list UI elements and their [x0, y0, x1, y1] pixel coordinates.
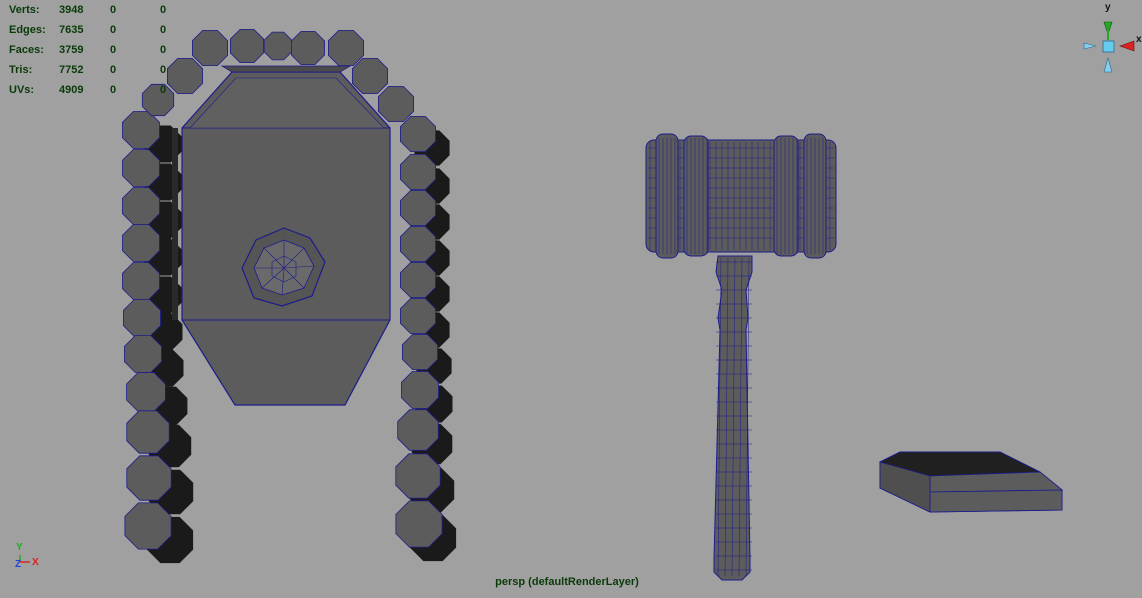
shield-rim-segment — [141, 83, 175, 117]
shield-rim-segment — [126, 372, 166, 412]
hud-c1: 4909 — [59, 84, 84, 96]
view-cube-x-label: x — [1136, 34, 1142, 45]
view-cube[interactable] — [1083, 21, 1135, 73]
shield-rim-segment — [122, 262, 160, 300]
shield-rim-segment — [290, 30, 326, 65]
axis-y-label: Y — [16, 542, 23, 553]
shield-rim-segment — [399, 297, 437, 335]
shield-rim-segment — [122, 224, 160, 262]
shield-rim-segment — [229, 28, 265, 63]
hud-c2: 0 — [110, 44, 117, 56]
hud-label: Tris: — [9, 64, 33, 76]
axis-indicator — [19, 555, 30, 563]
hud-label: Verts: — [9, 4, 40, 16]
hud-label: UVs: — [9, 84, 35, 96]
shield-rim-segment — [377, 86, 415, 122]
hud-c2: 0 — [110, 84, 117, 96]
shield-rim-segment — [166, 58, 204, 94]
shield-rim-segment — [399, 225, 437, 263]
scene-canvas[interactable] — [0, 0, 1142, 598]
axis-z-label: Z — [15, 559, 22, 570]
shield-rim-segment — [395, 500, 443, 548]
shield-rim-segment — [122, 111, 160, 149]
shield-rim-segment — [401, 333, 439, 371]
shield-rim-segment — [397, 409, 439, 451]
shield-rim-segment — [263, 31, 293, 61]
shield-rim-segment — [122, 187, 160, 225]
camera-name-label: persp (defaultRenderLayer) — [495, 576, 639, 588]
hud-label: Edges: — [9, 24, 46, 36]
shield-rim-segment — [399, 261, 437, 299]
shield-rim-segment — [124, 335, 162, 373]
view-cube-y-label: y — [1105, 2, 1111, 13]
shield-rim-segment — [399, 189, 437, 227]
hud-c3: 0 — [160, 84, 167, 96]
gavel-mesh[interactable] — [645, 133, 837, 581]
shield-rim-segment — [327, 29, 365, 66]
hud-c3: 0 — [160, 64, 167, 76]
axis-x-label: X — [32, 557, 39, 568]
hud-c2: 0 — [110, 24, 117, 36]
hud-c1: 7752 — [59, 64, 84, 76]
viewport-persp[interactable]: Verts: 3948 0 0 Edges: 7635 0 0 Faces: 3759 0 0 Tris… — [0, 0, 1142, 598]
hud-c3: 0 — [160, 24, 167, 36]
shield-rim-segment — [123, 299, 161, 337]
shield-rim-segment — [351, 58, 389, 94]
hud-c3: 0 — [160, 4, 167, 16]
shield-rim-segment — [124, 502, 172, 550]
hud-label: Faces: — [9, 44, 44, 56]
hud-c2: 0 — [110, 4, 117, 16]
hud-c3: 0 — [160, 44, 167, 56]
hud-c1: 7635 — [59, 24, 84, 36]
shield-mesh[interactable] — [122, 28, 457, 564]
sound-block-mesh[interactable] — [878, 451, 1064, 513]
shield-rim-segment — [126, 410, 170, 454]
shield-rim-segment — [401, 371, 439, 409]
shield-rim-segment — [122, 149, 160, 187]
shield-rim-segment — [399, 116, 437, 153]
shield-rim-segment — [399, 153, 437, 191]
shield-rim-segment — [395, 453, 441, 499]
hud-c1: 3948 — [59, 4, 84, 16]
shield-rim-segment — [191, 29, 229, 66]
hud-c2: 0 — [110, 64, 117, 76]
shield-rim-segment — [126, 455, 172, 501]
hud-c1: 3759 — [59, 44, 84, 56]
